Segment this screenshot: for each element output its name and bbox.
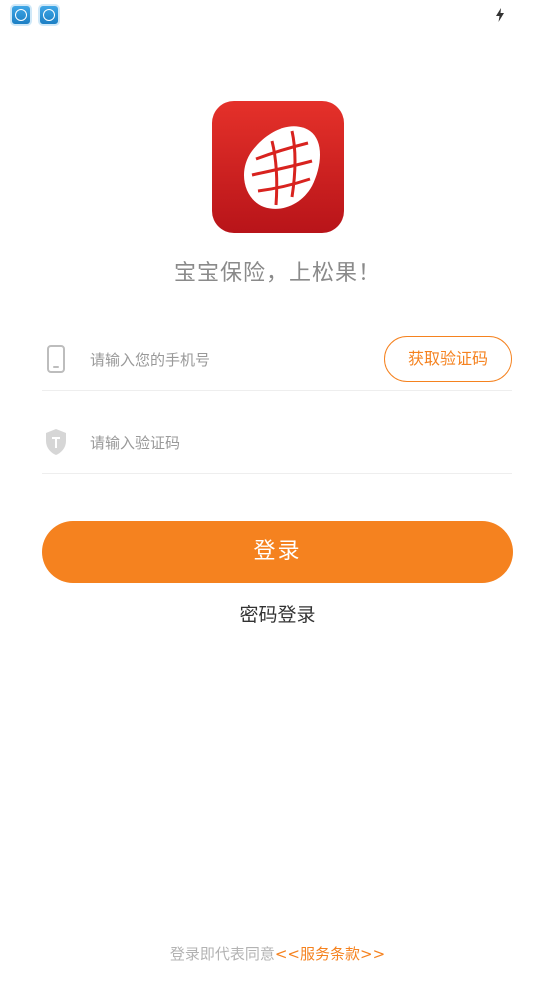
pinecone-icon	[243, 126, 320, 209]
terms-link[interactable]: <<服务条款>>	[275, 945, 385, 963]
shield-icon	[46, 429, 66, 455]
phone-row: 获取验证码	[42, 330, 512, 391]
slogan: 宝宝保险，上松果！	[173, 261, 381, 286]
footer-agreement: 登录即代表同意<<服务条款>>	[0, 943, 555, 964]
get-code-button[interactable]: 获取验证码	[384, 336, 512, 382]
login-screen: 宝宝保险，上松果！ 获取验证码 登录 密码登录 登录即代表同意<<服务条款>>	[0, 0, 555, 988]
agreement-prefix: 登录即代表同意	[169, 945, 275, 963]
app-icon	[38, 4, 60, 26]
phone-icon	[47, 345, 65, 373]
phone-input[interactable]	[90, 344, 370, 376]
password-login-link[interactable]: 密码登录	[0, 600, 555, 627]
charging-icon	[496, 8, 504, 22]
code-row	[42, 413, 512, 474]
login-button[interactable]: 登录	[42, 521, 513, 583]
code-input[interactable]	[90, 427, 370, 459]
app-icon	[10, 4, 32, 26]
status-bar	[0, 0, 555, 30]
app-logo	[212, 101, 344, 233]
